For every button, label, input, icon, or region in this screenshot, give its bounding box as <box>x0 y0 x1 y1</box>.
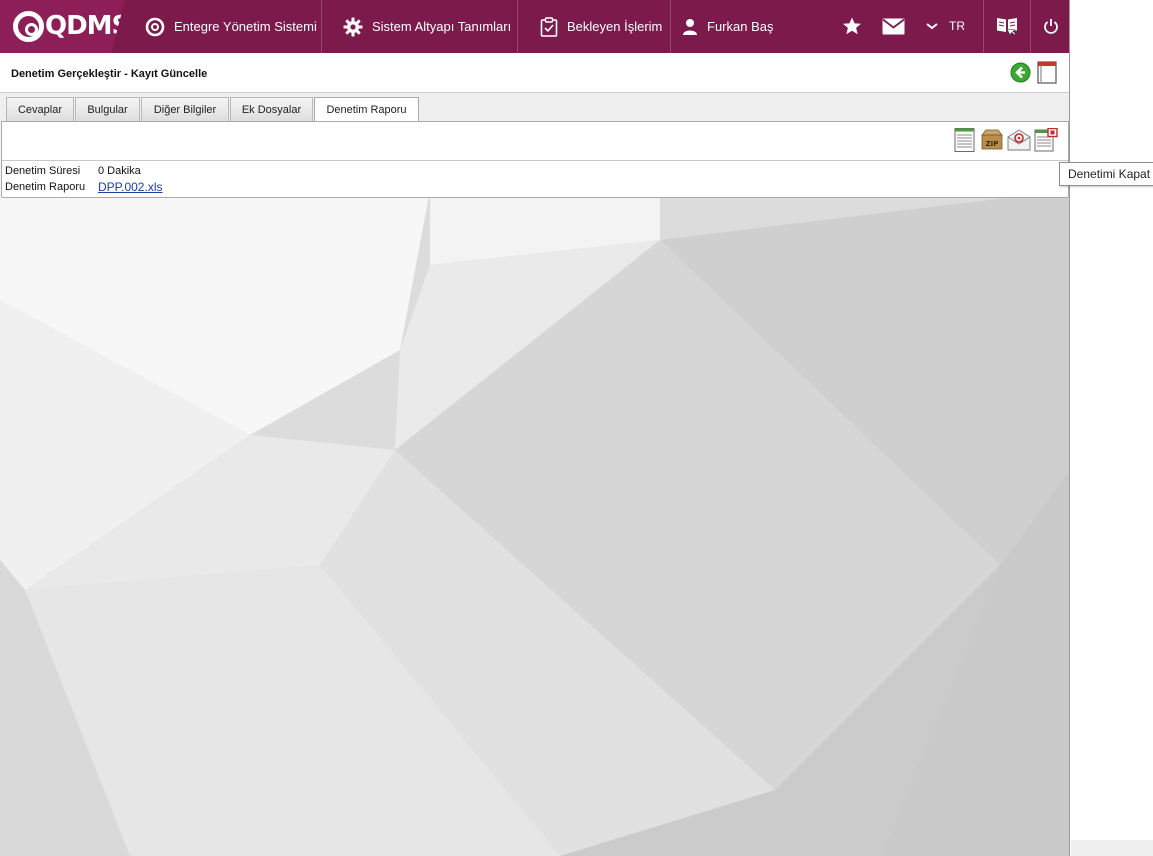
window-edge <box>1071 840 1153 856</box>
report-toolbar: ZIP <box>2 122 1068 161</box>
nav-user-profile[interactable]: Furkan Baş <box>682 0 773 53</box>
nav-label: Furkan Baş <box>707 19 774 34</box>
nav-divider <box>517 0 518 53</box>
report-panel: ZIP Denetim Süresi 0 Dakika Denetim Rapo… <box>1 121 1069 198</box>
favorites-button[interactable] <box>841 15 863 37</box>
nav-divider <box>1030 0 1031 53</box>
tab-ek-dosyalar[interactable]: Ek Dosyalar <box>230 97 313 121</box>
nav-label: Entegre Yönetim Sistemi <box>174 19 317 34</box>
zip-archive-icon[interactable]: ZIP <box>980 128 1004 152</box>
nav-label: Sistem Altyapı Tanımları <box>372 19 512 34</box>
close-audit-tooltip: Denetimi Kapat <box>1059 162 1153 186</box>
audit-report-row: Denetim Raporu DPP.002.xls <box>5 179 162 195</box>
messages-button[interactable] <box>881 15 906 37</box>
email-envelope-icon[interactable] <box>1007 128 1031 152</box>
nav-divider <box>670 0 671 53</box>
close-audit-icon[interactable] <box>1034 128 1058 152</box>
audit-duration-row: Denetim Süresi 0 Dakika <box>5 163 141 179</box>
qdms-circle-icon <box>145 17 165 36</box>
report-sheet-icon[interactable] <box>953 128 977 152</box>
audit-duration-value: 0 Dakika <box>98 165 141 177</box>
audit-report-label: Denetim Raporu <box>5 181 86 193</box>
audit-duration-label: Denetim Süresi <box>5 165 81 177</box>
nav-system-definitions[interactable]: Sistem Altyapı Tanımları <box>343 0 511 53</box>
language-selector[interactable]: TR <box>945 15 969 37</box>
user-icon <box>683 18 697 35</box>
nav-pending-tasks[interactable]: Bekleyen İşlerim <box>540 0 662 53</box>
mail-icon <box>882 18 905 34</box>
top-navbar: QDMS Entegre Yönetim Sistemi Sistem Alty… <box>0 0 1069 53</box>
logout-button[interactable] <box>1040 15 1062 37</box>
tab-diger-bilgiler[interactable]: Diğer Bilgiler <box>141 97 229 121</box>
page-title: Denetim Gerçekleştir - Kayıt Güncelle <box>11 68 208 80</box>
back-arrow-icon[interactable] <box>1010 62 1031 83</box>
nav-divider <box>983 0 984 53</box>
app-window: QDMS Entegre Yönetim Sistemi Sistem Alty… <box>0 0 1070 856</box>
clipboard-check-icon <box>540 16 558 37</box>
page-view-icon[interactable] <box>1037 61 1057 84</box>
page-header: Denetim Gerçekleştir - Kayıt Güncelle <box>0 53 1069 93</box>
qdms-logo[interactable]: QDMS <box>0 0 125 53</box>
tab-cevaplar[interactable]: Cevaplar <box>6 97 74 121</box>
logo-text: QDMS <box>45 11 130 41</box>
user-manual-button[interactable] <box>995 15 1019 37</box>
qdms-q-mark <box>13 11 44 42</box>
chevron-down-icon <box>926 23 938 30</box>
tab-denetim-raporu[interactable]: Denetim Raporu <box>314 97 419 122</box>
power-icon <box>1044 19 1058 34</box>
tab-bulgular[interactable]: Bulgular <box>75 97 140 121</box>
tab-bar: Cevaplar Bulgular Diğer Bilgiler Ek Dosy… <box>0 93 1069 122</box>
nav-integrated-management[interactable]: Entegre Yönetim Sistemi <box>145 0 317 53</box>
nav-label: Bekleyen İşlerim <box>567 19 663 34</box>
language-dropdown-toggle[interactable] <box>922 15 942 37</box>
svg-text:ZIP: ZIP <box>986 140 999 148</box>
audit-report-file-link[interactable]: DPP.002.xls <box>98 180 162 194</box>
manual-book-icon <box>997 18 1017 36</box>
star-icon <box>843 17 861 35</box>
gear-icon <box>343 17 363 36</box>
nav-divider <box>321 0 322 53</box>
